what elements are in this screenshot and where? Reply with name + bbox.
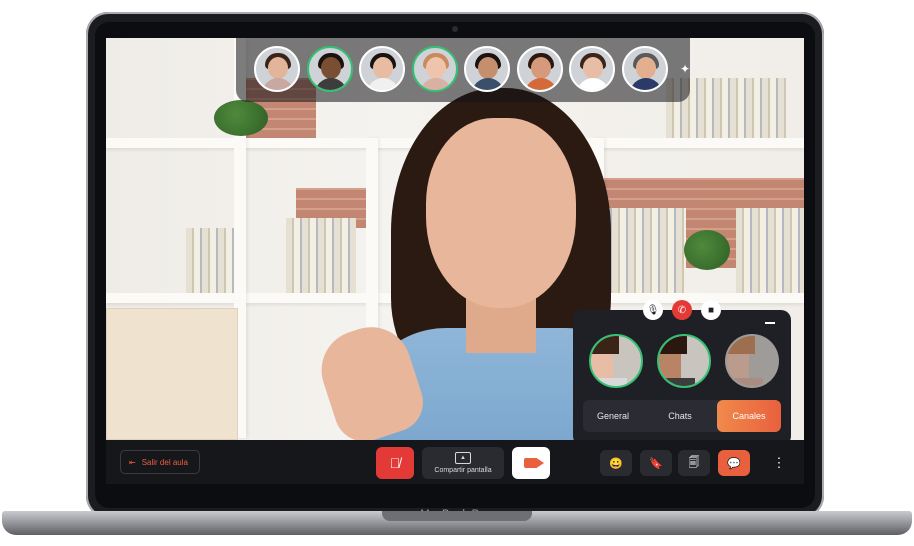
participant-avatar[interactable] [621, 46, 668, 92]
participant-avatar[interactable] [464, 46, 510, 92]
video-call-screen: ✦ 🎙 ✆ ■ General Chats Canales ⇤ Salir de… [106, 38, 804, 484]
panel-participant-avatar[interactable] [725, 334, 779, 388]
toggle-camera-button[interactable] [512, 447, 550, 479]
bookmark-icon: 🔖 [649, 457, 663, 470]
video-camera-icon [524, 458, 544, 468]
panel-tabs: General Chats Canales [583, 400, 781, 432]
participant-avatar[interactable] [254, 46, 300, 92]
participant-avatar[interactable] [516, 46, 563, 92]
chat-bubble-icon: 💬 [727, 457, 741, 470]
files-button[interactable]: 🗐 [678, 450, 710, 476]
potted-plant [684, 230, 730, 270]
share-label: Compartir pantalla [434, 467, 492, 474]
books [736, 208, 804, 293]
books [186, 228, 234, 293]
mic-icon[interactable]: 🎙 [643, 300, 663, 320]
minimize-icon[interactable] [765, 322, 775, 324]
call-toolbar: ⇤ Salir del aula 🎙̸ ▲ Compartir pantalla… [106, 440, 804, 484]
camera-icon[interactable]: ■ [701, 300, 721, 320]
exit-classroom-button[interactable]: ⇤ Salir del aula [120, 450, 200, 474]
call-side-panel: 🎙 ✆ ■ General Chats Canales [573, 300, 791, 446]
tab-chats[interactable]: Chats [649, 400, 711, 432]
tab-canales[interactable]: Canales [717, 400, 781, 432]
laptop-base [2, 511, 912, 535]
participants-strip: ✦ [236, 38, 690, 102]
participant-avatar[interactable] [569, 46, 615, 92]
laptop-lid: ✦ 🎙 ✆ ■ General Chats Canales ⇤ Salir de… [86, 12, 824, 520]
panel-participant-avatar[interactable] [589, 334, 643, 388]
participant-avatar[interactable] [306, 46, 353, 92]
mute-mic-button[interactable]: 🎙̸ [376, 447, 414, 479]
potted-plant [214, 100, 268, 136]
vertical-dots-icon: ⋮ [772, 455, 786, 470]
webcam-dot [452, 26, 458, 32]
tab-general[interactable]: General [583, 400, 643, 432]
participant-avatar[interactable] [359, 46, 405, 92]
presenter-face [426, 118, 576, 308]
participant-avatar[interactable] [411, 46, 458, 92]
screen-share-icon: ▲ [455, 452, 471, 464]
panel-participant-avatar[interactable] [657, 334, 711, 388]
mic-off-icon: 🎙̸ [389, 455, 401, 471]
share-screen-button[interactable]: ▲ Compartir pantalla [422, 447, 504, 479]
hang-up-icon[interactable]: ✆ [672, 300, 692, 320]
files-icon: 🗐 [688, 456, 700, 469]
more-menu-button[interactable]: ⋮ [768, 450, 790, 476]
exit-arrow-icon: ⇤ [129, 457, 136, 467]
laptop-hinge-notch [382, 511, 532, 521]
emoji-icon: 😀 [609, 457, 623, 470]
chat-button[interactable]: 💬 [718, 450, 750, 476]
cabinet [106, 308, 238, 440]
exit-label: Salir del aula [141, 457, 188, 467]
sparkle-icon: ✦ [680, 62, 691, 76]
emoji-button[interactable]: 😀 [600, 450, 632, 476]
bookmark-button[interactable]: 🔖 [640, 450, 672, 476]
